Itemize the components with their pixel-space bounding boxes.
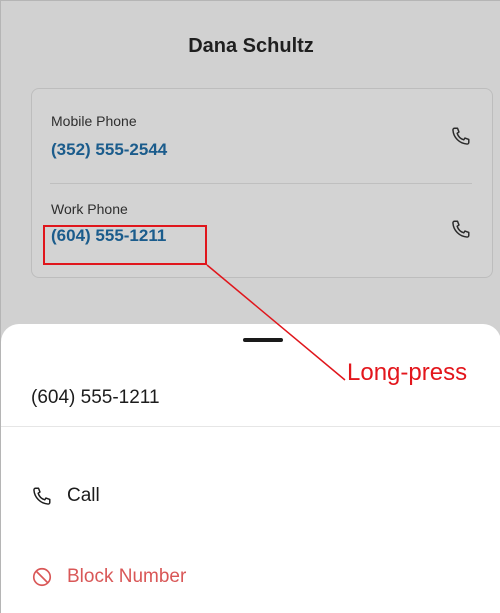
call-action-label: Call [67,485,100,506]
phone-icon[interactable] [450,218,472,240]
contact-name: Dana Schultz [188,35,314,57]
phone-icon[interactable] [450,125,472,147]
contact-screen: Dana Schultz Mobile Phone (352) 555-2544… [0,0,500,613]
sheet-title: (604) 555-1211 [31,387,160,408]
phone-icon [33,487,51,505]
phone-label: Work Phone [51,201,128,217]
block-number-label: Block Number [67,566,187,587]
annotation-label: Long-press [347,359,468,386]
phone-row-mobile[interactable]: Mobile Phone (352) 555-2544 [32,89,492,181]
call-action[interactable]: Call [31,481,100,511]
phone-number-link[interactable]: (352) 555-2544 [51,140,167,160]
block-number-action[interactable]: Block Number [31,562,186,592]
sheet-grab-handle[interactable] [243,338,283,342]
annotation-highlight-box [43,225,207,265]
phone-label: Mobile Phone [51,113,137,129]
block-icon [32,567,52,587]
sheet-divider [1,426,500,427]
